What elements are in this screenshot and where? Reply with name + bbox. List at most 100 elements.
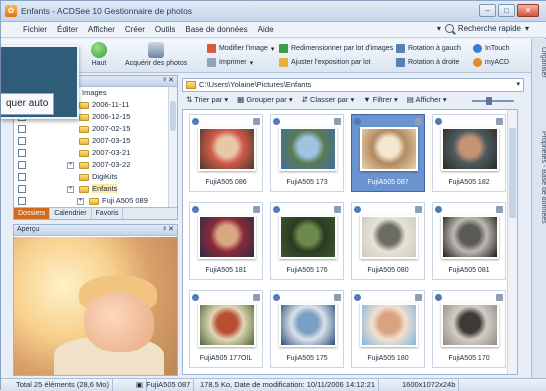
acquire-button[interactable]: Acquérir des photos (125, 42, 187, 67)
thumbnail-item[interactable]: FujiA505 080 (351, 202, 425, 280)
thumbnail-image[interactable] (441, 303, 499, 347)
folder-tree-item[interactable]: 2007-03-21 (14, 148, 177, 159)
thumbnail-image[interactable] (198, 127, 256, 171)
thumbnail-image[interactable] (441, 127, 499, 171)
pin-close-icon[interactable]: ᵖ ✕ (164, 76, 174, 86)
thumbnail-image[interactable] (279, 303, 337, 347)
menu-item-6[interactable]: Aide (258, 25, 274, 34)
tag-icon[interactable] (354, 206, 361, 213)
expand-icon[interactable]: + (67, 162, 74, 169)
folder-icon (79, 102, 89, 109)
tab-organiser[interactable]: Organiser (533, 47, 546, 78)
menu-item-4[interactable]: Outils (155, 25, 175, 34)
batch-exposure-button[interactable]: Ajuster l'exposition par lot (279, 58, 371, 67)
thumbnail-item[interactable]: FujiA505 181 (189, 202, 263, 280)
tab-calendrier[interactable]: Calendrier (50, 208, 92, 219)
thumbnail-image[interactable] (360, 127, 418, 171)
grid-scrollbar[interactable] (507, 110, 517, 374)
folder-tree-item[interactable]: 2007-02-15 (14, 124, 177, 135)
tab-favoris[interactable]: Favoris (92, 208, 124, 219)
thumbnail-item[interactable]: FujiA505 176 (270, 202, 344, 280)
thumbnail-image[interactable] (198, 215, 256, 259)
folder-tree-item[interactable]: + Enfants (14, 184, 177, 195)
batch-resize-button[interactable]: Redimensionner par lot d'images (279, 44, 393, 53)
folder-tree-item[interactable]: 2007-03-15 (14, 136, 177, 147)
tag-icon[interactable] (273, 206, 280, 213)
thumbnail-image[interactable] (279, 215, 337, 259)
thumbnail-item[interactable]: FujiA505 173 (270, 114, 344, 192)
status-bar: Total 25 éléments (28,6 Mo) ▣ FujiA505 0… (1, 378, 546, 391)
checkbox[interactable] (18, 161, 26, 169)
tag-icon[interactable] (435, 294, 442, 301)
up-button[interactable]: Haut (91, 42, 107, 67)
maximize-button[interactable]: □ (498, 4, 515, 17)
thumbnail-item[interactable]: FujiA505 177OIL (189, 290, 263, 368)
checkbox[interactable] (18, 173, 26, 181)
dropdown-arrow-icon[interactable]: ▾ (516, 79, 520, 91)
expand-icon[interactable]: + (67, 186, 74, 193)
modify-image-button[interactable]: Modifier l'image ▾ (207, 44, 274, 53)
checkbox[interactable] (18, 149, 26, 157)
group-by-button[interactable]: ▦ Grouper par ▾ (237, 95, 292, 107)
print-button[interactable]: Imprimer ▾ (207, 58, 253, 67)
folders-scrollbar[interactable] (168, 87, 177, 207)
menu-item-5[interactable]: Base de données (185, 25, 247, 34)
thumbnail-item[interactable]: FujiA505 087 (351, 114, 425, 192)
menu-item-0[interactable]: Fichier (23, 25, 47, 34)
rotate-left-button[interactable]: Rotation à gauch (396, 44, 461, 53)
checkbox[interactable] (18, 197, 26, 205)
checkbox[interactable] (18, 185, 26, 193)
filter-button[interactable]: ▼ Filtrer ▾ (363, 95, 398, 107)
quick-search[interactable]: ▾ Recherche rapide ▾ (437, 24, 529, 33)
chevron-down-icon[interactable]: ▾ (525, 24, 529, 33)
thumbnail-image[interactable] (198, 303, 256, 347)
folder-tree-item[interactable]: +2007-03-22 (14, 160, 177, 171)
rank-by-button[interactable]: ⇵ Classer par ▾ (302, 95, 355, 107)
address-bar[interactable]: C:\Users\Yolaine\Pictures\Enfants ▾ (182, 78, 524, 92)
myacd-button[interactable]: myACD (473, 58, 509, 67)
tag-icon[interactable] (192, 206, 199, 213)
close-button[interactable]: ✕ (517, 4, 539, 17)
tag-icon[interactable] (273, 118, 280, 125)
quick-search-label[interactable]: Recherche rapide (458, 24, 521, 33)
tag-icon[interactable] (435, 118, 442, 125)
rotate-right-button[interactable]: Rotation à droite (396, 58, 459, 67)
tab-dossiers[interactable]: Dossiers (14, 208, 51, 219)
tab-properties[interactable]: Propriétés - Base de données (533, 131, 546, 224)
folder-tree-item[interactable]: DigiKits (14, 172, 177, 183)
view-button[interactable]: ▤ Afficher ▾ (407, 95, 447, 107)
thumbnail-item[interactable]: FujiA505 182 (432, 114, 506, 192)
tag-icon[interactable] (273, 294, 280, 301)
checkbox[interactable] (18, 137, 26, 145)
thumbnail-size-slider[interactable] (466, 97, 520, 105)
tag-icon[interactable] (354, 294, 361, 301)
tag-icon[interactable] (192, 294, 199, 301)
folder-icon (79, 150, 89, 157)
folder-tree-item[interactable]: + Fuji A505 089 (14, 196, 177, 207)
menu-item-3[interactable]: Créer (125, 25, 145, 34)
address-path[interactable]: C:\Users\Yolaine\Pictures\Enfants (199, 80, 311, 89)
pin-close-icon[interactable]: ᵖ ✕ (164, 225, 174, 235)
tag-icon[interactable] (435, 206, 442, 213)
thumbnail-item[interactable]: FujiA505 170 (432, 290, 506, 368)
intouch-button[interactable]: InTouch (473, 44, 510, 53)
expand-icon[interactable]: + (77, 198, 84, 205)
tag-icon[interactable] (354, 118, 361, 125)
thumbnail-item[interactable]: FujiA505 081 (432, 202, 506, 280)
thumbnail-image[interactable] (360, 303, 418, 347)
slider-knob[interactable] (486, 97, 492, 105)
menu-item-2[interactable]: Afficher (88, 25, 115, 34)
thumbnail-image[interactable] (441, 215, 499, 259)
thumbnail-item[interactable]: FujiA505 175 (270, 290, 344, 368)
menu-item-1[interactable]: Éditer (57, 25, 78, 34)
tag-icon[interactable] (192, 118, 199, 125)
checkbox[interactable] (18, 125, 26, 133)
sort-by-button[interactable]: ⇅ Trier par ▾ (186, 95, 228, 107)
thumbnail-image[interactable] (279, 127, 337, 171)
thumbnail-image[interactable] (360, 215, 418, 259)
thumbnail-item[interactable]: FujiA505 086 (189, 114, 263, 192)
folder-label: 2007-03-21 (92, 148, 131, 157)
minimize-button[interactable]: – (479, 4, 496, 17)
thumbnail-item[interactable]: FujiA505 180 (351, 290, 425, 368)
dropdown-arrow-icon[interactable]: ▾ (437, 24, 441, 33)
